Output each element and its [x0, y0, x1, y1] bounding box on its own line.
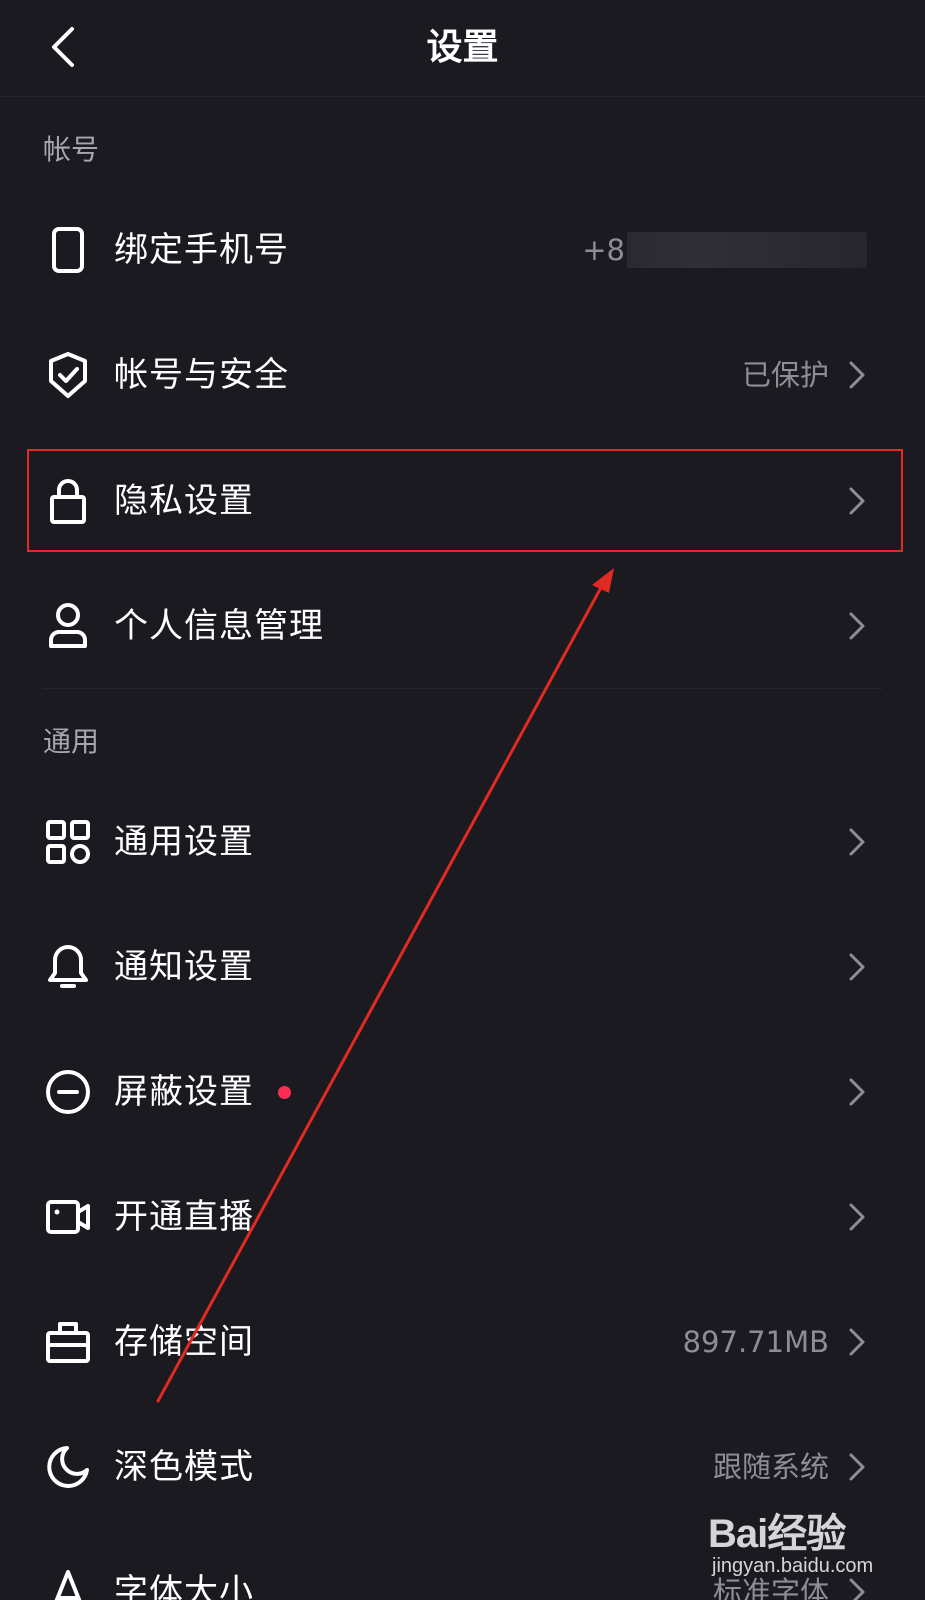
settings-row-live[interactable]: 开通直播 [0, 1162, 925, 1272]
video-camera-icon [44, 1193, 92, 1241]
row-label: 个人信息管理 [114, 606, 324, 646]
settings-row-privacy[interactable]: 隐私设置 [0, 446, 925, 556]
row-value: 已保护 [741, 358, 829, 392]
chevron-right-icon [849, 1203, 865, 1231]
settings-row-storage[interactable]: 存储空间 897.71MB [0, 1287, 925, 1397]
row-label: 开通直播 [114, 1197, 254, 1237]
settings-row-personal-info[interactable]: 个人信息管理 [0, 571, 925, 681]
chevron-right-icon [849, 361, 865, 389]
font-a-icon [44, 1568, 92, 1600]
row-label: 绑定手机号 [114, 230, 289, 270]
settings-row-dark-mode[interactable]: 深色模式 跟随系统 [0, 1412, 925, 1522]
row-label: 字体大小 [114, 1572, 254, 1600]
chevron-right-icon [849, 953, 865, 981]
row-value: 跟随系统 [712, 1450, 829, 1484]
chevron-right-icon [849, 1078, 865, 1106]
chevron-right-icon [849, 612, 865, 640]
chevron-right-icon [849, 828, 865, 856]
chevron-right-icon [849, 1328, 865, 1356]
minus-circle-icon [44, 1068, 92, 1116]
page-title: 设置 [426, 27, 499, 68]
row-label: 通用设置 [114, 822, 254, 862]
row-label: 帐号与安全 [114, 355, 289, 395]
redacted-phone-number [627, 232, 867, 268]
row-value: 标准字体 [712, 1575, 829, 1600]
row-label: 屏蔽设置 [114, 1072, 254, 1112]
chevron-right-icon [849, 1578, 865, 1600]
settings-row-general[interactable]: 通用设置 [0, 787, 925, 897]
settings-row-bind-phone[interactable]: 绑定手机号 +8 [0, 195, 925, 305]
row-value: 897.71MB [682, 1325, 829, 1359]
shield-check-icon [44, 351, 92, 399]
lock-icon [44, 477, 92, 525]
user-icon [44, 602, 92, 650]
chevron-right-icon [849, 487, 865, 515]
section-header-account: 帐号 [43, 133, 100, 166]
briefcase-icon [44, 1318, 92, 1366]
phone-number-value: +8 [582, 233, 625, 267]
settings-row-account-security[interactable]: 帐号与安全 已保护 [0, 320, 925, 430]
section-divider [43, 688, 883, 689]
section-header-general: 通用 [43, 725, 100, 758]
row-label: 存储空间 [114, 1322, 254, 1362]
settings-row-notification[interactable]: 通知设置 [0, 912, 925, 1022]
settings-row-block[interactable]: 屏蔽设置 [0, 1037, 925, 1147]
row-label: 隐私设置 [114, 481, 254, 521]
phone-icon [44, 226, 92, 274]
row-label: 通知设置 [114, 947, 254, 987]
chevron-right-icon [849, 1453, 865, 1481]
moon-icon [44, 1443, 92, 1491]
bell-icon [44, 943, 92, 991]
new-badge-dot [278, 1086, 291, 1099]
top-nav-bar: 设置 [0, 0, 925, 97]
row-label: 深色模式 [114, 1447, 254, 1487]
grid-icon [44, 818, 92, 866]
settings-row-font-size[interactable]: 字体大小 标准字体 [0, 1537, 925, 1600]
